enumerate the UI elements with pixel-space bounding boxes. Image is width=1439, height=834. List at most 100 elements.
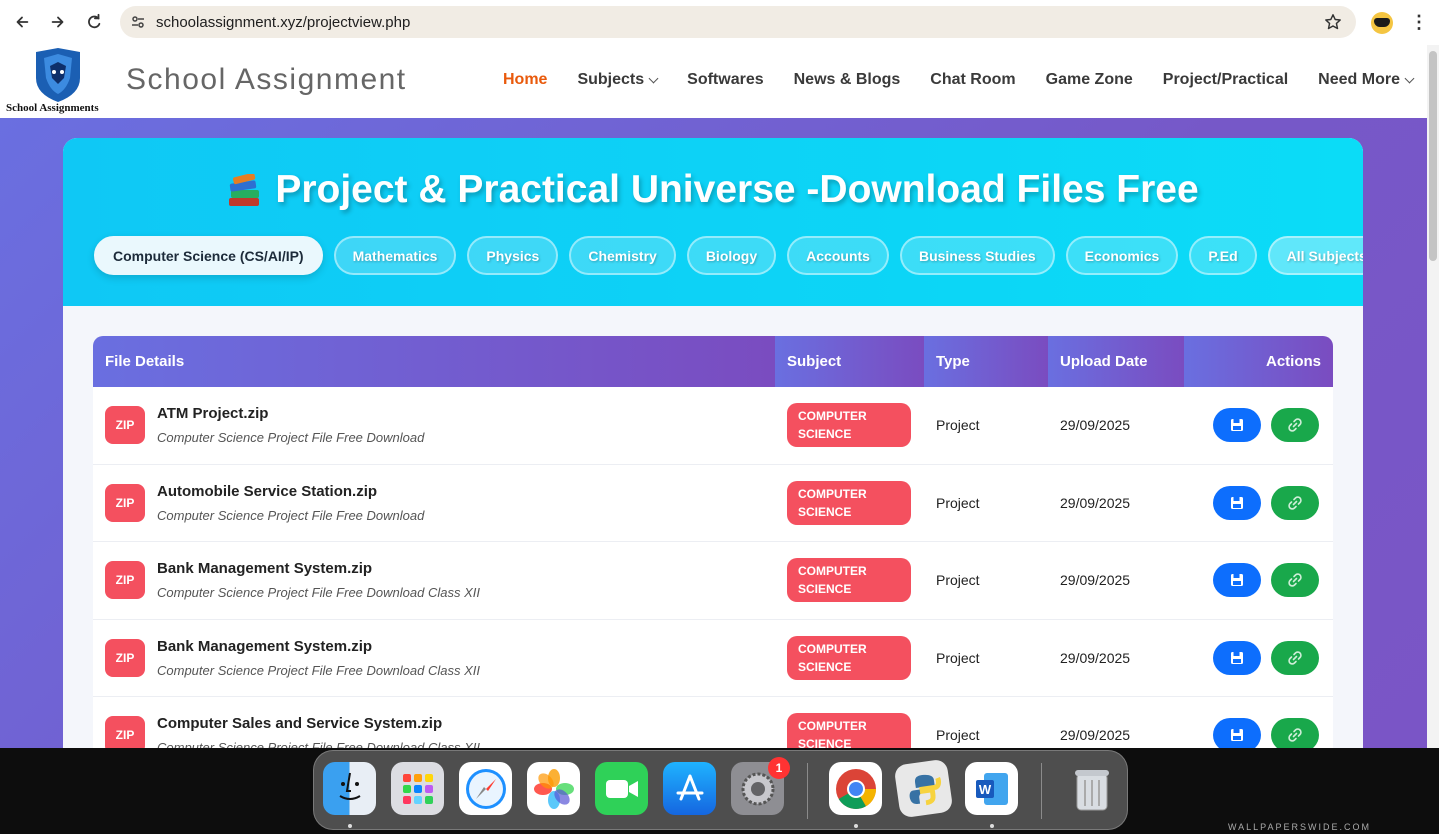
- word-icon[interactable]: W: [965, 762, 1018, 815]
- subject-badge: COMPUTER SCIENCE: [787, 558, 911, 603]
- pill-physics[interactable]: Physics: [467, 236, 559, 275]
- safari-icon[interactable]: [459, 762, 512, 815]
- books-icon: [227, 172, 263, 218]
- pill-ped[interactable]: P.Ed: [1189, 236, 1257, 275]
- system-settings-icon[interactable]: 1: [731, 757, 790, 815]
- copy-link-button[interactable]: [1271, 485, 1319, 520]
- floppy-disk-icon: [1231, 651, 1243, 664]
- files-table: File Details Subject Type Upload Date Ac…: [93, 336, 1333, 748]
- chrome-icon[interactable]: [829, 762, 882, 815]
- upload-date-cell: 29/09/2025: [1060, 494, 1131, 511]
- wallpaper-watermark: WALLPAPERSWIDE.COM: [1228, 822, 1372, 832]
- photos-icon[interactable]: [527, 762, 580, 815]
- actions-cell: [1184, 542, 1333, 619]
- nav-news-blogs[interactable]: News & Blogs: [794, 71, 901, 89]
- nav-subjects[interactable]: Subjects: [577, 71, 659, 89]
- file-name[interactable]: Bank Management System.zip: [157, 638, 480, 655]
- header-upload-date: Upload Date: [1048, 336, 1184, 387]
- forward-arrow-icon[interactable]: [40, 4, 76, 40]
- download-button[interactable]: [1213, 718, 1261, 748]
- zip-file-icon: ZIP: [105, 638, 145, 677]
- site-logo[interactable]: School Assignments: [6, 48, 110, 114]
- file-details-cell: ZIP Automobile Service Station.zip Compu…: [93, 465, 775, 542]
- python-launcher-icon[interactable]: [893, 758, 954, 819]
- launchpad-icon[interactable]: [391, 762, 444, 815]
- profile-avatar-icon[interactable]: [1371, 12, 1393, 34]
- file-details-cell: ZIP Computer Sales and Service System.zi…: [93, 697, 775, 748]
- site-title[interactable]: School Assignment: [126, 63, 407, 97]
- download-button[interactable]: [1213, 485, 1261, 520]
- subject-filter-pills: Computer Science (CS/AI/IP) Mathematics …: [94, 236, 1363, 275]
- floppy-disk-icon: [1231, 419, 1243, 432]
- trash-icon[interactable]: [1065, 762, 1118, 815]
- chevron-down-icon: [1404, 73, 1415, 83]
- subject-cell: COMPUTER SCIENCE: [775, 542, 924, 619]
- file-name[interactable]: Computer Sales and Service System.zip: [157, 715, 480, 732]
- pill-chemistry[interactable]: Chemistry: [569, 236, 676, 275]
- file-description: Computer Science Project File Free Downl…: [157, 507, 425, 523]
- app-store-icon[interactable]: [663, 762, 716, 815]
- table-row: ZIP Automobile Service Station.zip Compu…: [93, 464, 1333, 542]
- link-icon: [1288, 728, 1302, 742]
- pill-accounts[interactable]: Accounts: [787, 236, 889, 275]
- facetime-icon[interactable]: [595, 762, 648, 815]
- page-title: Project & Practical Universe -Download F…: [63, 168, 1363, 218]
- header-subject: Subject: [775, 336, 924, 387]
- nav-home[interactable]: Home: [503, 71, 547, 89]
- floppy-disk-icon: [1231, 574, 1243, 587]
- page-body: Project & Practical Universe -Download F…: [0, 118, 1427, 748]
- pill-mathematics[interactable]: Mathematics: [333, 236, 457, 275]
- file-name[interactable]: Automobile Service Station.zip: [157, 483, 424, 500]
- file-details-cell: ZIP ATM Project.zip Computer Science Pro…: [93, 387, 775, 464]
- pill-biology[interactable]: Biology: [686, 236, 777, 275]
- browser-menu-icon[interactable]: ⋮: [1410, 10, 1428, 34]
- link-icon: [1288, 496, 1302, 510]
- page-scrollbar[interactable]: [1427, 45, 1439, 748]
- subject-cell: COMPUTER SCIENCE: [775, 697, 924, 748]
- projects-card: Project & Practical Universe -Download F…: [63, 138, 1363, 748]
- site-settings-icon[interactable]: [120, 14, 156, 30]
- copy-link-button[interactable]: [1271, 640, 1319, 675]
- finder-icon[interactable]: [323, 762, 376, 815]
- nav-project-practical[interactable]: Project/Practical: [1163, 71, 1288, 89]
- subject-cell: COMPUTER SCIENCE: [775, 465, 924, 542]
- copy-link-button[interactable]: [1271, 718, 1319, 748]
- reload-icon[interactable]: [76, 4, 112, 40]
- table-body: ZIP ATM Project.zip Computer Science Pro…: [93, 387, 1333, 748]
- download-button[interactable]: [1213, 563, 1261, 598]
- upload-date-cell: 29/09/2025: [1060, 727, 1131, 744]
- chevron-down-icon: [648, 73, 659, 83]
- scrollbar-thumb[interactable]: [1429, 51, 1437, 261]
- nav-softwares[interactable]: Softwares: [687, 71, 763, 89]
- nav-game-zone[interactable]: Game Zone: [1046, 71, 1133, 89]
- nav-chat-room[interactable]: Chat Room: [930, 71, 1015, 89]
- upload-date-cell: 29/09/2025: [1060, 572, 1131, 589]
- bookmark-star-icon[interactable]: [1324, 13, 1342, 36]
- table-row: ZIP ATM Project.zip Computer Science Pro…: [93, 387, 1333, 465]
- file-name[interactable]: ATM Project.zip: [157, 405, 424, 422]
- file-details-cell: ZIP Bank Management System.zip Computer …: [93, 620, 775, 697]
- zip-file-icon: ZIP: [105, 406, 145, 445]
- pill-computer-science[interactable]: Computer Science (CS/AI/IP): [94, 236, 323, 275]
- file-details-cell: ZIP Bank Management System.zip Computer …: [93, 542, 775, 619]
- subject-badge: COMPUTER SCIENCE: [787, 713, 911, 748]
- pill-business-studies[interactable]: Business Studies: [899, 236, 1055, 275]
- pill-economics[interactable]: Economics: [1065, 236, 1179, 275]
- zip-file-icon: ZIP: [105, 561, 145, 600]
- nav-news-blogs-label: News & Blogs: [793, 71, 901, 88]
- back-arrow-icon[interactable]: [4, 4, 40, 40]
- pill-all-subjects[interactable]: All Subjects: [1267, 236, 1363, 275]
- address-bar[interactable]: schoolassignment.xyz/projectview.php: [120, 6, 1356, 38]
- type-cell: Project: [936, 727, 980, 744]
- nav-chat-room-label: Chat Room: [930, 71, 1016, 88]
- copy-link-button[interactable]: [1271, 563, 1319, 598]
- file-name[interactable]: Bank Management System.zip: [157, 560, 480, 577]
- download-button[interactable]: [1213, 640, 1261, 675]
- lion-shield-icon: [36, 48, 80, 102]
- dock-separator: [807, 763, 808, 819]
- file-info: Automobile Service Station.zip Computer …: [157, 483, 424, 523]
- copy-link-button[interactable]: [1271, 408, 1319, 443]
- download-button[interactable]: [1213, 408, 1261, 443]
- zip-file-icon: ZIP: [105, 716, 145, 748]
- nav-need-more[interactable]: Need More: [1318, 71, 1415, 89]
